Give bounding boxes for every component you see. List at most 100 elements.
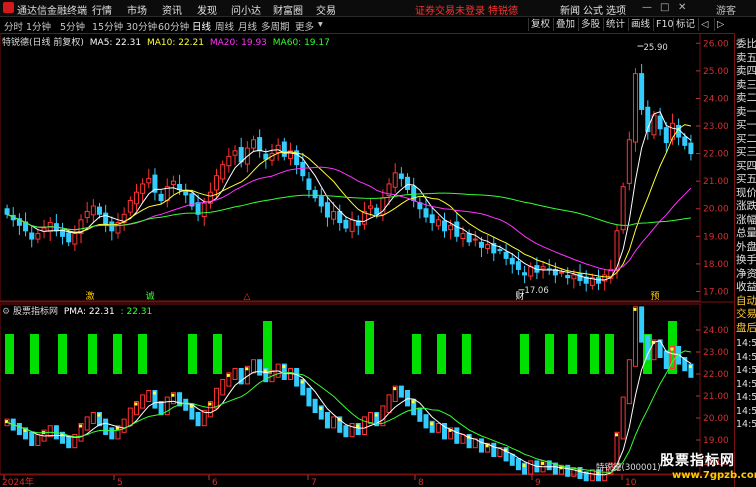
period-tab-30min[interactable]: 30分钟	[126, 19, 157, 33]
candle-body	[435, 219, 441, 227]
indicator-bar	[109, 427, 115, 440]
period-tab-60min[interactable]: 60分钟	[158, 19, 189, 33]
period-tab-15min[interactable]: 15分钟	[92, 19, 123, 33]
indicator-bar	[509, 453, 515, 466]
indicator-dot	[319, 406, 323, 410]
menu-quotes[interactable]: 行情	[92, 2, 112, 17]
menu-news[interactable]: 资讯	[162, 2, 182, 17]
indicator-bar	[454, 427, 460, 444]
login-warning[interactable]: 证券交易未登录	[415, 2, 485, 17]
period-tab-5min[interactable]: 5分钟	[60, 19, 85, 33]
indicator-bar	[324, 412, 330, 429]
kline-chart[interactable]: 26.00 25.00 24.00 23.00 22.00 21.00 20.00 19.00…	[0, 33, 734, 487]
indicator-bar	[417, 407, 423, 422]
settings-icon[interactable]: ⚙	[2, 307, 10, 317]
candle-body	[522, 272, 528, 276]
candle-body	[4, 208, 10, 215]
stock-code-label: 特锐德(300001)	[596, 462, 661, 473]
chevron-down-icon[interactable]: ▾	[318, 19, 323, 30]
indicator-bar	[127, 407, 133, 427]
menu-options[interactable]: 选项	[606, 2, 626, 17]
quote-side-panel[interactable]: 委比 卖五 卖四 卖三 卖二 卖一 买一 买二 买三 买四 买五 现价 涨跌 涨幅 总量 外盘 换手 净资 收益 自动…	[734, 33, 756, 487]
indicator-bar	[103, 418, 109, 436]
menu-news-right[interactable]: 新闻	[560, 2, 580, 17]
indicator-tick-label: 19.00	[703, 436, 729, 446]
menu-wealth[interactable]: 财富圈	[273, 2, 303, 17]
signal-bar	[412, 334, 421, 374]
high-price-annotation: 25.90	[643, 43, 667, 53]
indicator-dot	[393, 387, 397, 391]
signal-bar	[58, 334, 67, 374]
signal-bar	[88, 334, 97, 374]
candle-body	[571, 274, 577, 280]
candle-body	[324, 202, 330, 218]
x-tick-label: 6	[212, 478, 218, 487]
menu-assistant[interactable]: 问小达	[231, 2, 261, 17]
overlay-button[interactable]: 叠加	[553, 18, 577, 31]
close-icon[interactable]: ✕	[678, 2, 686, 13]
indicator-dot	[541, 461, 545, 465]
prev-icon[interactable]: ◁	[698, 18, 710, 31]
main-legend: 特锐德(日线 前复权) MA5: 22.31 MA10: 22.21 MA20:…	[2, 35, 330, 48]
draw-line-button[interactable]: 画线	[628, 18, 652, 31]
candle-body	[368, 205, 374, 209]
candle-body	[441, 220, 447, 232]
y-tick-label: 19.00	[703, 232, 729, 242]
signal-bar	[605, 334, 614, 374]
side-time: 14:50	[736, 338, 756, 349]
minimize-icon[interactable]: —	[642, 2, 652, 13]
signal-bar	[365, 321, 374, 374]
period-tab-1min[interactable]: 1分钟	[26, 19, 51, 33]
menu-market[interactable]: 市场	[127, 2, 147, 17]
candle-body	[577, 273, 583, 281]
candle-body	[263, 153, 269, 160]
candle-body	[466, 233, 472, 243]
multi-stock-button[interactable]: 多股	[578, 18, 602, 31]
indicator-dot	[633, 307, 637, 311]
candle-body	[66, 232, 72, 243]
period-tab-more[interactable]: 更多	[295, 19, 314, 33]
menu-trade[interactable]: 交易	[316, 2, 336, 17]
candle-body	[398, 173, 404, 179]
period-tab-intraday[interactable]: 分时	[4, 19, 23, 33]
candle-body	[374, 207, 380, 215]
guest-label[interactable]: 游客	[716, 2, 736, 17]
candle-body	[472, 238, 478, 241]
candle-body	[29, 232, 35, 240]
y-tick-label: 17.00	[703, 287, 729, 297]
indicator-bar	[214, 387, 220, 409]
candle-body	[275, 144, 281, 153]
legend-ma60: MA60: 19.17	[272, 38, 330, 48]
candle-body	[559, 271, 565, 274]
statistics-button[interactable]: 统计	[603, 18, 627, 31]
side-time: 14:50	[736, 365, 756, 376]
candle-body	[300, 161, 306, 177]
indicator-dot	[134, 402, 138, 406]
candle-body	[133, 191, 139, 205]
period-tab-daily[interactable]: 日线	[192, 19, 211, 33]
signal-bar	[30, 334, 39, 374]
period-tab-monthly[interactable]: 月线	[238, 19, 257, 33]
pma-line	[6, 340, 692, 476]
side-label: 盘后	[736, 321, 756, 334]
candle-body	[688, 142, 694, 155]
menu-formula[interactable]: 公式	[583, 2, 603, 17]
legend-ma20: MA20: 19.93	[209, 38, 267, 48]
period-tab-multi[interactable]: 多周期	[261, 19, 290, 33]
indicator-bar	[491, 442, 497, 457]
signal-bar	[437, 334, 446, 374]
next-icon[interactable]: ▷	[714, 18, 726, 31]
candle-body	[306, 178, 312, 190]
menu-discover[interactable]: 发现	[197, 2, 217, 17]
mark-button[interactable]: 标记	[673, 18, 697, 31]
adjust-button[interactable]: 复权	[528, 18, 552, 31]
candle-body	[663, 127, 669, 144]
indicator-bar	[66, 436, 72, 449]
y-tick-label: 20.00	[703, 205, 729, 215]
period-tab-weekly[interactable]: 周线	[215, 19, 234, 33]
side-time: 14:50	[736, 405, 756, 417]
maximize-icon[interactable]: □	[660, 2, 669, 13]
main-pane-frame	[0, 33, 701, 302]
candle-body	[528, 266, 534, 277]
candle-body	[626, 139, 632, 184]
